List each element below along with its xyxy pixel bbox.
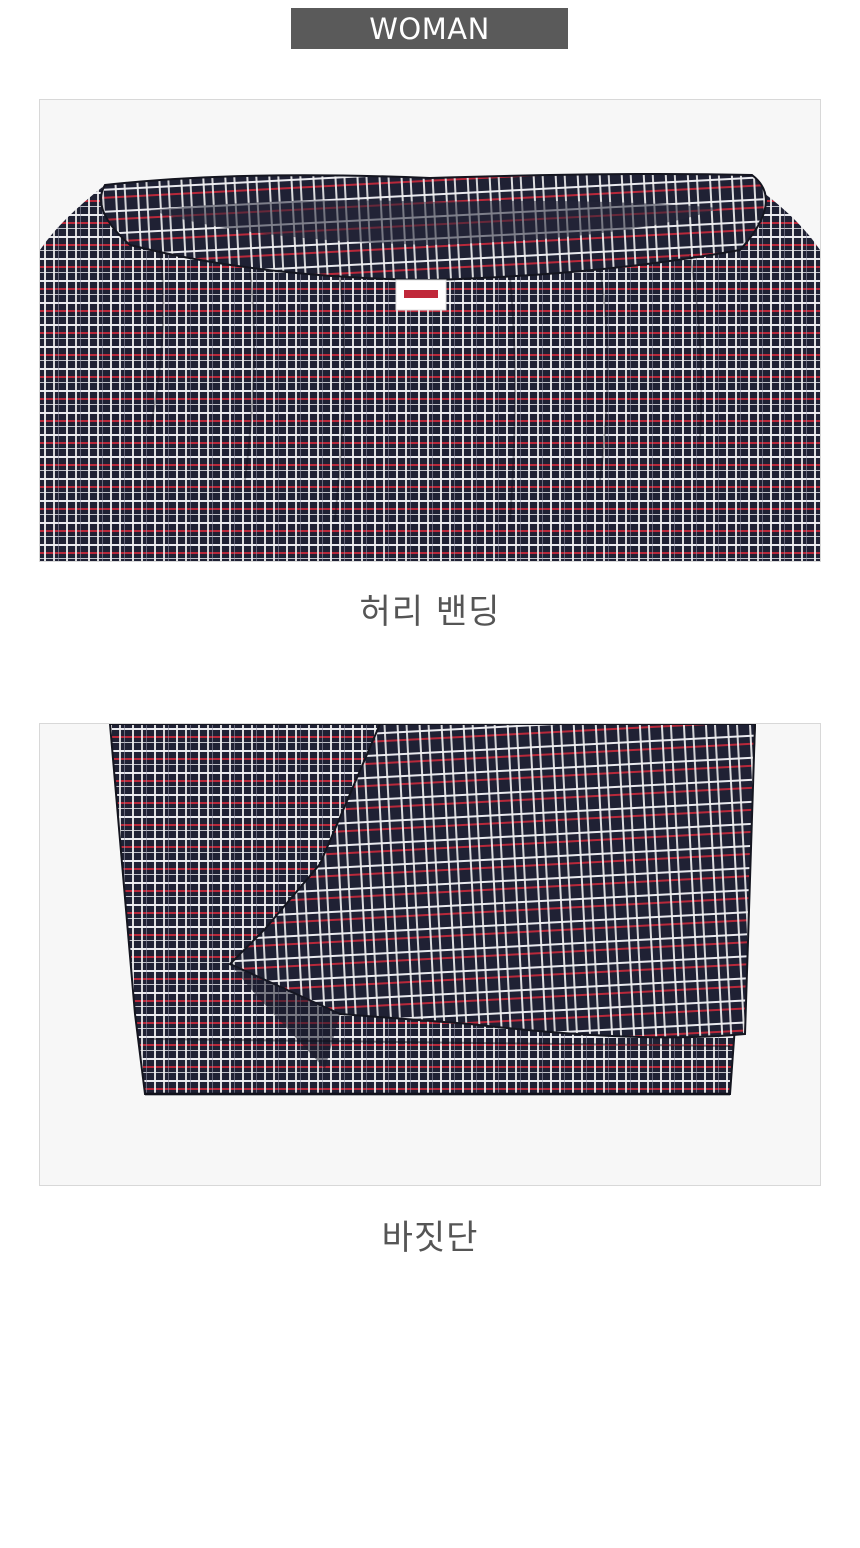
waistband-photo — [39, 99, 821, 562]
hem-caption: 바짓단 — [381, 1218, 479, 1258]
waistband-illustration — [40, 100, 820, 561]
hem-photo — [39, 723, 821, 1186]
hem-illustration — [40, 724, 820, 1185]
waistband-caption: 허리 밴딩 — [359, 592, 501, 632]
banner-label: WOMAN — [369, 11, 490, 46]
woman-banner: WOMAN — [291, 8, 568, 49]
